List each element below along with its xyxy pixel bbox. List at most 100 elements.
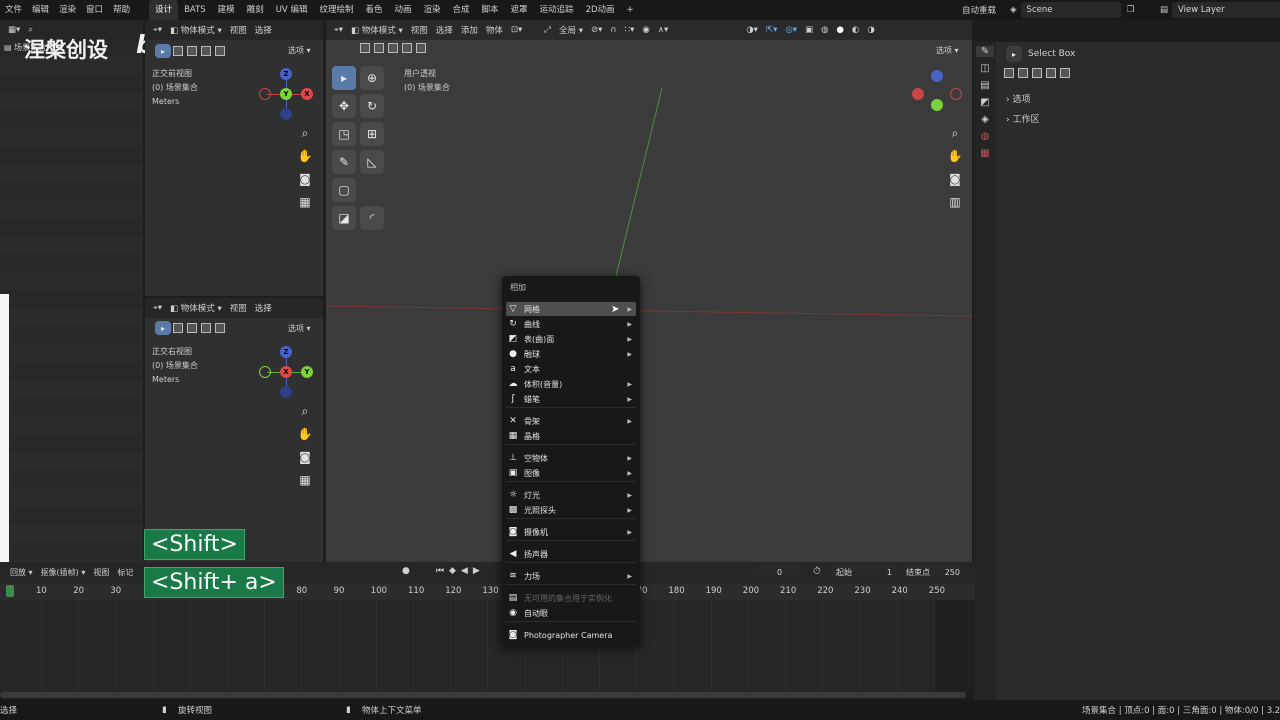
tab-masking[interactable]: 遮罩 — [505, 0, 534, 20]
menu-select[interactable]: 选择 — [255, 24, 272, 36]
editor-type-icon[interactable]: ⌖▾ — [153, 303, 162, 313]
play-icon[interactable]: ▶ — [473, 566, 480, 576]
editor-type-icon[interactable]: ⌖▾ — [153, 25, 162, 35]
select-mode-icons[interactable]: ▸ — [155, 44, 227, 58]
select-box-tool-icon[interactable]: ▸ — [332, 66, 356, 90]
navigation-gizmo[interactable]: X Y Z — [257, 344, 317, 404]
mode-new-icon[interactable] — [360, 43, 370, 53]
camera-icon[interactable]: ◙ — [946, 170, 964, 188]
gizmo-y-axis[interactable] — [931, 99, 943, 111]
tab-sculpting[interactable]: 雕刻 — [241, 0, 270, 20]
zoom-icon[interactable]: ⌕ — [296, 124, 314, 142]
tool-mode-icons[interactable] — [1004, 68, 1072, 78]
navigation-gizmo[interactable]: Y X Z — [257, 66, 317, 126]
gizmo-z-axis[interactable] — [931, 70, 943, 82]
tab-texture-paint[interactable]: 纹理绘制 — [313, 0, 359, 20]
mode-subtract-icon[interactable] — [201, 323, 211, 333]
camera-icon[interactable]: ◙ — [296, 448, 314, 466]
tab-shading[interactable]: 着色 — [359, 0, 388, 20]
end-frame-field[interactable]: 结束点 250 — [900, 565, 966, 581]
scene-name[interactable]: Scene — [1020, 2, 1121, 18]
mode-extend-icon[interactable] — [187, 46, 197, 56]
extra-tool-1-icon[interactable]: ◪ — [332, 206, 356, 230]
mode-subtract-icon[interactable] — [201, 46, 211, 56]
measure-tool-icon[interactable]: ◺ — [360, 150, 384, 174]
gizmo-neg-y[interactable] — [259, 366, 271, 378]
section-options[interactable]: › 选项 — [1006, 92, 1030, 105]
menu-file[interactable]: 文件 — [0, 0, 27, 20]
tool-tab-icon[interactable]: ✎ — [976, 46, 994, 57]
pan-hand-icon[interactable]: ✋ — [946, 147, 964, 165]
add-menu-item[interactable]: ✕ 骨架 ▶ — [506, 414, 636, 428]
menu-render[interactable]: 渲染 — [54, 0, 81, 20]
record-icon[interactable]: ● — [402, 566, 410, 576]
perspective-grid-icon[interactable]: ▥ — [946, 193, 964, 211]
grid-icon[interactable]: ▦ — [296, 193, 314, 211]
world-tab-icon[interactable]: ◍ — [981, 131, 990, 142]
camera-icon[interactable]: ◙ — [296, 170, 314, 188]
add-menu-item[interactable]: a 文本 — [506, 362, 636, 376]
mode-intersect-icon[interactable] — [215, 46, 225, 56]
mode-intersect-icon[interactable] — [215, 323, 225, 333]
tab-scripting[interactable]: 脚本 — [476, 0, 505, 20]
zoom-icon[interactable]: ⌕ — [946, 124, 964, 142]
mode-extend-icon[interactable] — [1018, 68, 1028, 78]
jump-start-icon[interactable]: ⏮ — [436, 566, 444, 576]
add-menu-item[interactable]: ▦ 晶格 — [506, 429, 636, 443]
menu-playback[interactable]: 回放 ▾ — [10, 567, 33, 578]
options-dropdown[interactable]: 选项 ▾ — [936, 45, 959, 56]
view-layer-selector[interactable]: ▤ View Layer — [1160, 2, 1280, 18]
gizmo-y-axis[interactable]: Y — [280, 88, 292, 100]
mode-intersect-icon[interactable] — [1046, 68, 1056, 78]
add-menu-item[interactable]: ◀ 扬声器 — [506, 547, 636, 561]
menu-select[interactable]: 选择 — [255, 302, 272, 314]
scene-browse-icon[interactable]: ❐ — [1127, 5, 1135, 15]
grid-icon[interactable]: ▦ — [296, 471, 314, 489]
mode-selector[interactable]: ◧ 物体模式 ▾ — [170, 302, 222, 314]
section-workspace[interactable]: › 工作区 — [1006, 112, 1039, 125]
menu-window[interactable]: 窗口 — [81, 0, 108, 20]
tab-animation[interactable]: 动画 — [388, 0, 417, 20]
gizmo-x-axis[interactable]: X — [301, 88, 313, 100]
gizmo-z-axis[interactable]: Z — [280, 346, 292, 358]
select-mode-icons[interactable] — [360, 43, 428, 53]
mode-subtract-icon[interactable] — [1032, 68, 1042, 78]
move-tool-icon[interactable]: ✥ — [332, 94, 356, 118]
gizmo-z-axis[interactable]: Z — [280, 68, 292, 80]
rotate-tool-icon[interactable]: ↻ — [360, 94, 384, 118]
mode-intersect-icon[interactable] — [402, 43, 412, 53]
add-cube-tool-icon[interactable]: ▢ — [332, 178, 356, 202]
output-tab-icon[interactable]: ▤ — [980, 80, 989, 91]
zoom-icon[interactable]: ⌕ — [296, 402, 314, 420]
extra-tool-2-icon[interactable]: ◜ — [360, 206, 384, 230]
mode-selector[interactable]: ◧ 物体模式 ▾ — [170, 24, 222, 36]
right-ortho-viewport[interactable]: ⌖▾ ◧ 物体模式 ▾ 视图 选择 ▸ 选项 ▾ 正交右视图 (0) 场景集合 … — [145, 298, 323, 562]
add-menu-item[interactable]: ◩ 表(曲)面 ▶ — [506, 332, 636, 346]
playhead[interactable] — [6, 585, 14, 597]
play-reverse-icon[interactable]: ◀ — [461, 566, 468, 576]
add-menu-item[interactable]: ◙ 摄像机 ▶ — [506, 525, 636, 539]
add-menu-item[interactable]: ʃ 蜡笔 ▶ — [506, 392, 636, 406]
pan-hand-icon[interactable]: ✋ — [296, 147, 314, 165]
add-menu-item[interactable]: ☼ 灯光 ▶ — [506, 488, 636, 502]
stopwatch-icon[interactable]: ⏱ — [813, 566, 821, 577]
mode-new-icon[interactable] — [173, 46, 183, 56]
tab-compositing[interactable]: 合成 — [447, 0, 476, 20]
gizmo-x-axis[interactable] — [912, 88, 924, 100]
options-dropdown[interactable]: 选项 ▾ — [288, 45, 311, 56]
scene-tab-icon[interactable]: ◈ — [981, 114, 989, 125]
select-box-icon[interactable]: ▸ — [155, 321, 171, 335]
add-workspace-button[interactable]: + — [621, 0, 640, 20]
gizmo-neg-x[interactable] — [950, 88, 962, 100]
current-frame-field[interactable]: 0 — [752, 565, 807, 581]
add-menu-item[interactable]: ● 融球 ▶ — [506, 347, 636, 361]
mode-subtract-icon[interactable] — [388, 43, 398, 53]
tab-modeling[interactable]: 建模 — [212, 0, 241, 20]
tab-uv-editing[interactable]: UV 编辑 — [270, 0, 314, 20]
navigation-gizmo[interactable] — [908, 66, 968, 126]
mode-new-icon[interactable] — [1004, 68, 1014, 78]
options-dropdown[interactable]: 选项 ▾ — [288, 323, 311, 334]
render-tab-icon[interactable]: ◫ — [980, 63, 989, 74]
view-layer-name[interactable]: View Layer — [1172, 2, 1280, 18]
scene-selector[interactable]: ◈ Scene ❐ — [1010, 2, 1134, 18]
